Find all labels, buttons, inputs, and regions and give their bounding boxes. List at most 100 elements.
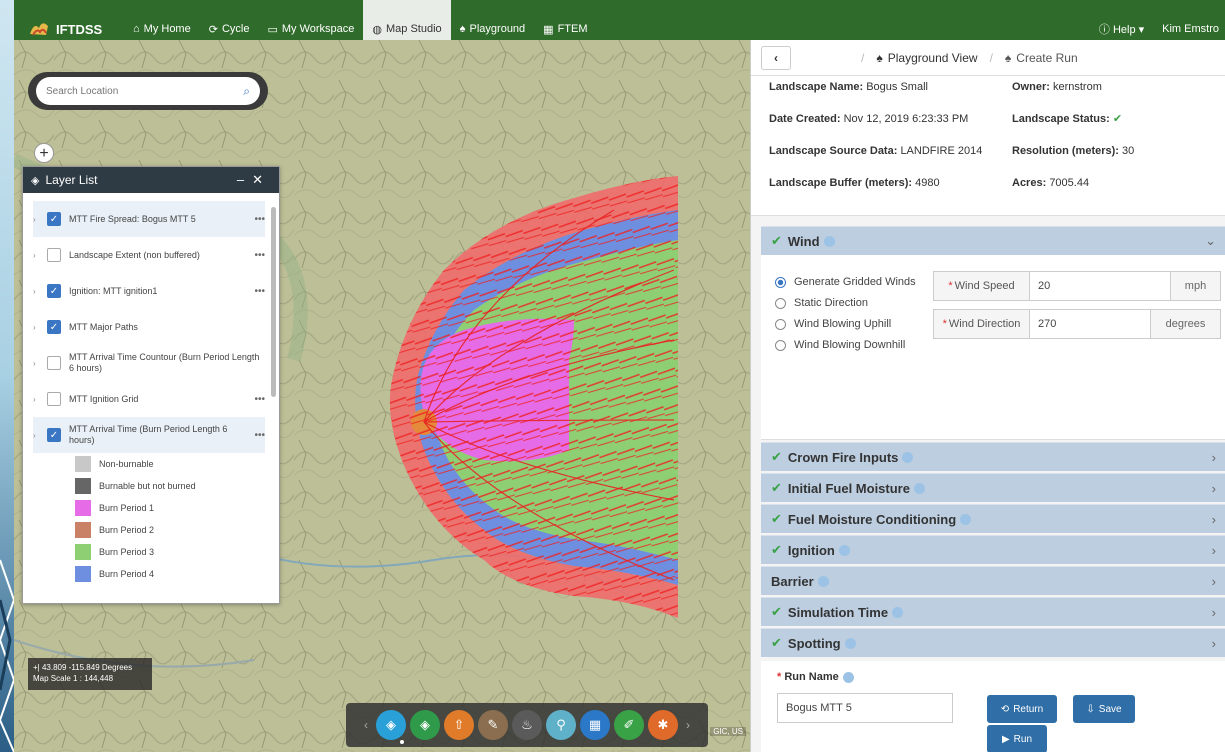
layer-item[interactable]: › ✓ MTT Arrival Time (Burn Period Length 6…: [33, 417, 265, 453]
radio-button[interactable]: [775, 319, 786, 330]
background-strip: [0, 0, 14, 752]
radio-button[interactable]: [775, 277, 786, 288]
basemap-icon[interactable]: ◈: [410, 710, 440, 740]
layer-checkbox[interactable]: [47, 356, 61, 370]
save-button[interactable]: ⇩ Save: [1073, 695, 1135, 723]
layer-legend: Non-burnable Burnable but not burned Burn …: [23, 453, 279, 585]
back-button[interactable]: ‹: [761, 45, 791, 70]
run-button[interactable]: ▶ Run: [987, 725, 1047, 752]
more-options-icon[interactable]: •••: [254, 394, 265, 405]
legend-label: Burn Period 4: [99, 569, 155, 579]
layer-item[interactable]: › ✓ MTT Major Paths: [33, 309, 265, 345]
expand-caret-icon[interactable]: ›: [33, 323, 43, 332]
user-menu[interactable]: Kim Emstro: [1162, 23, 1225, 35]
info-icon[interactable]: [913, 482, 925, 494]
location-icon[interactable]: ⚲: [546, 710, 576, 740]
run-icon: ♠: [1004, 50, 1012, 65]
map-view[interactable]: ⌕ + ◈ Layer List –✕ › ✓ MTT Fire Spread: B…: [14, 40, 750, 752]
info-icon[interactable]: [892, 606, 904, 618]
wind-option[interactable]: Static Direction: [775, 296, 925, 311]
expand-caret-icon[interactable]: ›: [33, 359, 43, 368]
info-icon[interactable]: [838, 544, 850, 556]
check-icon: ✔: [771, 542, 782, 557]
return-button[interactable]: ⟲ Return: [987, 695, 1057, 723]
brand[interactable]: IFTDSS: [14, 20, 124, 38]
section-spotting[interactable]: ✔ Spotting ›: [761, 628, 1225, 657]
layer-item[interactable]: › ✓ Ignition: MTT ignition1 •••: [33, 273, 265, 309]
info-icon[interactable]: [823, 235, 835, 247]
layer-item[interactable]: › ✓ MTT Fire Spread: Bogus MTT 5 •••: [33, 201, 265, 237]
info-icon[interactable]: [960, 513, 972, 525]
fire-icon[interactable]: ♨: [512, 710, 542, 740]
expand-caret-icon[interactable]: ›: [33, 215, 43, 224]
chevron-right-icon: ›: [1211, 449, 1216, 465]
radio-button[interactable]: [775, 298, 786, 309]
legend-swatch: [75, 478, 91, 494]
section-ignition[interactable]: ✔ Ignition ›: [761, 535, 1225, 564]
section-fuel-moisture-conditioning[interactable]: ✔ Fuel Moisture Conditioning ›: [761, 504, 1225, 533]
info-icon[interactable]: [817, 575, 829, 587]
chevron-right-icon: ›: [1211, 542, 1216, 558]
wind-option[interactable]: Wind Blowing Uphill: [775, 317, 925, 332]
layer-item[interactable]: › MTT Ignition Grid •••: [33, 381, 265, 417]
search-input[interactable]: [46, 85, 244, 97]
layers-icon[interactable]: ◈: [376, 710, 406, 740]
run-name-label: * Run Name: [777, 671, 854, 683]
section-simulation-time[interactable]: ✔ Simulation Time ›: [761, 597, 1225, 626]
settings-icon[interactable]: ✱: [648, 710, 678, 740]
chevron-right-icon: ›: [1211, 511, 1216, 527]
section-initial-fuel-moisture[interactable]: ✔ Initial Fuel Moisture ›: [761, 473, 1225, 502]
grid-icon[interactable]: ▦: [580, 710, 610, 740]
layer-list-scrollbar[interactable]: [271, 207, 276, 397]
tab-playground-view[interactable]: ♠ Playground View: [864, 51, 989, 65]
section-crown-fire-inputs[interactable]: ✔ Crown Fire Inputs ›: [761, 442, 1225, 471]
draw-icon[interactable]: ✐: [614, 710, 644, 740]
section-title: Crown Fire Inputs: [787, 449, 899, 465]
radio-button[interactable]: [775, 340, 786, 351]
more-options-icon[interactable]: •••: [254, 430, 265, 441]
layer-item[interactable]: › MTT Arrival Time Countour (Burn Period …: [33, 345, 265, 381]
more-options-icon[interactable]: •••: [254, 286, 265, 297]
wind-direction-input[interactable]: 270: [1030, 310, 1150, 338]
layer-checkbox[interactable]: [47, 248, 61, 262]
toolbar-prev-icon[interactable]: ‹: [358, 718, 374, 732]
legend-swatch: [75, 566, 91, 582]
section-wind[interactable]: ✔ Wind ⌄: [761, 226, 1225, 255]
wind-speed-input[interactable]: 20: [1030, 272, 1170, 300]
more-options-icon[interactable]: •••: [254, 250, 265, 261]
map-toolbar: ‹ ◈ ◈ ⇧ ✎ ♨ ⚲ ▦ ✐ ✱ ›: [346, 703, 708, 747]
info-icon[interactable]: [844, 637, 856, 649]
expand-caret-icon[interactable]: ›: [33, 287, 43, 296]
search-icon[interactable]: ⌕: [243, 84, 250, 99]
save-icon: ⇩: [1086, 703, 1095, 715]
upload-icon[interactable]: ⇧: [444, 710, 474, 740]
legend-label: Burnable but not burned: [99, 481, 196, 491]
layer-checkbox[interactable]: ✓: [47, 428, 61, 442]
layer-checkbox[interactable]: ✓: [47, 212, 61, 226]
layer-checkbox[interactable]: ✓: [47, 284, 61, 298]
toolbar-next-icon[interactable]: ›: [680, 718, 696, 732]
expand-caret-icon[interactable]: ›: [33, 431, 43, 440]
more-options-icon[interactable]: •••: [254, 214, 265, 225]
legend-swatch: [75, 522, 91, 538]
layer-checkbox[interactable]: [47, 392, 61, 406]
info-icon[interactable]: [902, 451, 914, 463]
wind-option[interactable]: Wind Blowing Downhill: [775, 338, 925, 353]
measure-icon[interactable]: ✎: [478, 710, 508, 740]
close-icon[interactable]: ✕: [252, 172, 271, 187]
help-menu[interactable]: ⓘ Help ▾: [1081, 21, 1162, 37]
layer-checkbox[interactable]: ✓: [47, 320, 61, 334]
wind-option[interactable]: Generate Gridded Winds: [775, 275, 925, 290]
play-icon: ▶: [1001, 733, 1010, 745]
tab-create-run[interactable]: ♠ Create Run: [993, 51, 1090, 65]
chevron-down-icon: ⌄: [1205, 233, 1216, 248]
run-name-input[interactable]: Bogus MTT 5: [777, 693, 953, 723]
check-icon: ✔: [771, 233, 782, 248]
expand-caret-icon[interactable]: ›: [33, 395, 43, 404]
section-barrier[interactable]: Barrier ›: [761, 566, 1225, 595]
layer-item[interactable]: › Landscape Extent (non buffered) •••: [33, 237, 265, 273]
minimize-icon[interactable]: –: [237, 172, 252, 187]
zoom-in-button[interactable]: +: [34, 143, 54, 163]
info-icon[interactable]: [842, 671, 854, 683]
expand-caret-icon[interactable]: ›: [33, 251, 43, 260]
